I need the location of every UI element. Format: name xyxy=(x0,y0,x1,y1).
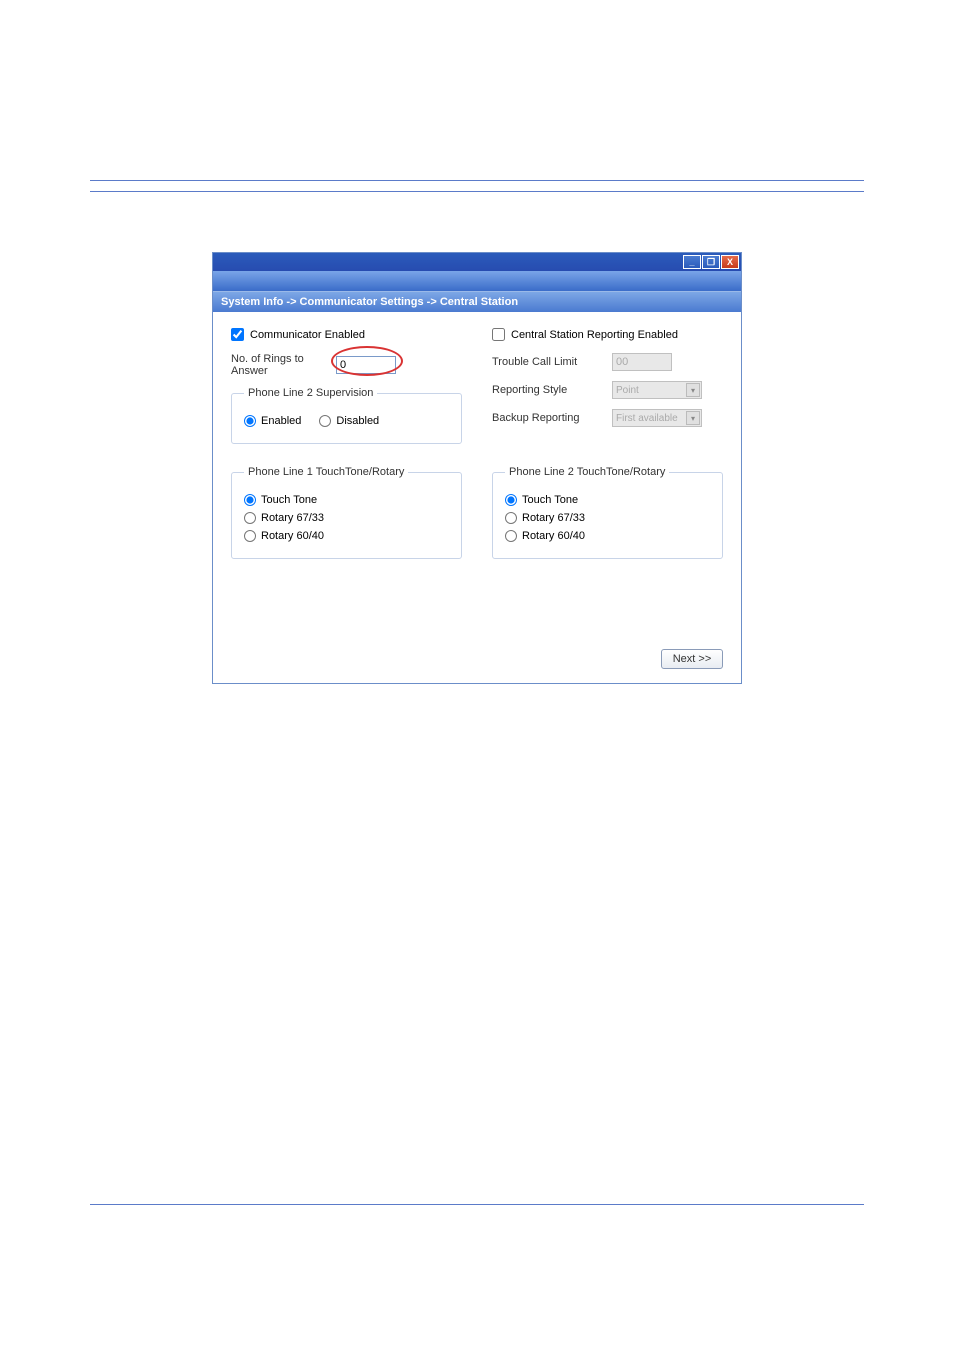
backup-reporting-label: Backup Reporting xyxy=(492,412,602,424)
phone1-rotary6040-radio[interactable] xyxy=(244,530,256,542)
divider-top xyxy=(90,180,864,181)
phone2-rotary6040-radio[interactable] xyxy=(505,530,517,542)
dialog-window: _ ❐ X System Info -> Communicator Settin… xyxy=(212,252,742,684)
close-button[interactable]: X xyxy=(721,255,739,269)
content-area: Communicator Enabled No. of Rings to Ans… xyxy=(213,312,741,683)
phone2-rotary6733-radio[interactable] xyxy=(505,512,517,524)
phone1-touchtone-group: Phone Line 1 TouchTone/Rotary Touch Tone… xyxy=(231,466,462,559)
disabled-label: Disabled xyxy=(336,415,379,427)
phone2-supervision-group: Phone Line 2 Supervision Enabled Disable… xyxy=(231,387,462,444)
divider-footer xyxy=(90,1204,864,1205)
trouble-call-input xyxy=(612,353,672,371)
rotary6040-label-2: Rotary 60/40 xyxy=(522,530,585,542)
touch-tone-label: Touch Tone xyxy=(261,494,317,506)
phone2-touchtone-group: Phone Line 2 TouchTone/Rotary Touch Tone… xyxy=(492,466,723,559)
phone1-touchtone-legend: Phone Line 1 TouchTone/Rotary xyxy=(244,466,408,478)
next-button[interactable]: Next >> xyxy=(661,649,723,669)
backup-reporting-select: First available ▾ xyxy=(612,409,702,427)
maximize-button[interactable]: ❐ xyxy=(702,255,720,269)
reporting-style-select: Point ▾ xyxy=(612,381,702,399)
divider-second xyxy=(90,191,864,192)
phone2-supervision-enabled-radio[interactable] xyxy=(244,415,256,427)
backup-reporting-value: First available xyxy=(616,413,678,424)
minimize-button[interactable]: _ xyxy=(683,255,701,269)
rotary6040-label: Rotary 60/40 xyxy=(261,530,324,542)
titlebar: _ ❐ X xyxy=(213,253,741,271)
phone2-touch-tone-radio[interactable] xyxy=(505,494,517,506)
chevron-down-icon: ▾ xyxy=(686,411,700,425)
central-station-checkbox[interactable] xyxy=(492,328,505,341)
chevron-down-icon: ▾ xyxy=(686,383,700,397)
rings-label: No. of Rings to Answer xyxy=(231,353,326,377)
enabled-label: Enabled xyxy=(261,415,301,427)
touch-tone-label-2: Touch Tone xyxy=(522,494,578,506)
reporting-style-label: Reporting Style xyxy=(492,384,602,396)
reporting-style-value: Point xyxy=(616,385,639,396)
trouble-call-label: Trouble Call Limit xyxy=(492,356,602,368)
header-band xyxy=(213,271,741,291)
rings-input[interactable] xyxy=(336,356,396,374)
phone2-supervision-disabled-radio[interactable] xyxy=(319,415,331,427)
communicator-enabled-label: Communicator Enabled xyxy=(250,329,365,341)
rotary6733-label-2: Rotary 67/33 xyxy=(522,512,585,524)
phone1-touch-tone-radio[interactable] xyxy=(244,494,256,506)
phone2-supervision-legend: Phone Line 2 Supervision xyxy=(244,387,377,399)
central-station-label: Central Station Reporting Enabled xyxy=(511,329,678,341)
communicator-enabled-checkbox[interactable] xyxy=(231,328,244,341)
phone2-touchtone-legend: Phone Line 2 TouchTone/Rotary xyxy=(505,466,669,478)
rotary6733-label: Rotary 67/33 xyxy=(261,512,324,524)
breadcrumb: System Info -> Communicator Settings -> … xyxy=(213,291,741,312)
phone1-rotary6733-radio[interactable] xyxy=(244,512,256,524)
